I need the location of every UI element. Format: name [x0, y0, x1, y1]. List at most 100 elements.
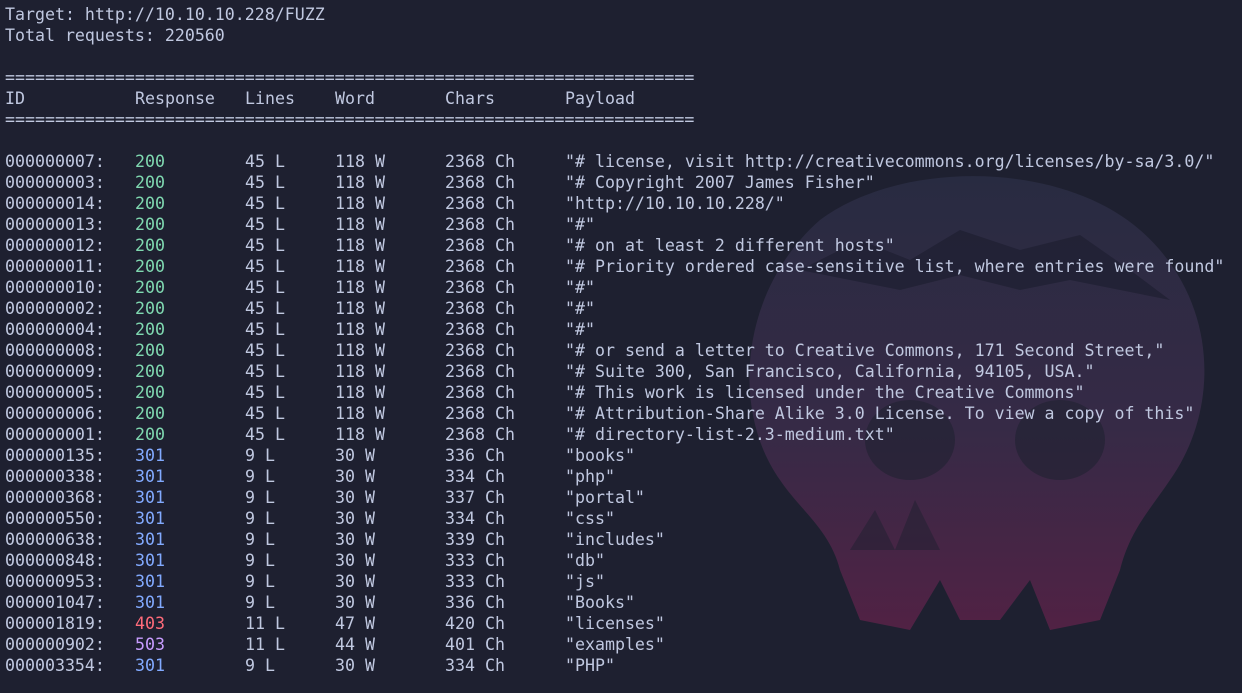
result-id: 000000135: [5, 446, 105, 465]
result-lines: 9 L [245, 593, 275, 612]
result-response-code: 200 [135, 383, 165, 402]
result-row: 000001047: 301 9 L 30 W 336 Ch "Books" [5, 592, 694, 613]
result-row: 000000368: 301 9 L 30 W 337 Ch "portal" [5, 487, 694, 508]
result-row: 000000008: 200 45 L 118 W 2368 Ch "# or send … [5, 340, 1164, 361]
result-payload: "# This work is licensed under the Creat… [565, 383, 1085, 402]
result-lines: 9 L [245, 551, 275, 570]
result-words: 118 W [335, 257, 385, 276]
result-words: 118 W [335, 278, 385, 297]
result-response-code: 200 [135, 320, 165, 339]
result-id: 000000008: [5, 341, 105, 360]
result-chars: 401 Ch [445, 635, 505, 654]
result-lines: 9 L [245, 446, 275, 465]
result-id: 000000004: [5, 320, 105, 339]
result-id: 000001047: [5, 593, 105, 612]
result-response-code: 301 [135, 530, 165, 549]
result-chars: 2368 Ch [445, 236, 515, 255]
result-chars: 2368 Ch [445, 257, 515, 276]
terminal-window[interactable]: Target: http://10.10.10.228/FUZZ Total r… [0, 0, 1242, 693]
result-id: 000000014: [5, 194, 105, 213]
result-lines: 45 L [245, 236, 285, 255]
result-id: 000000902: [5, 635, 105, 654]
result-response-code: 200 [135, 215, 165, 234]
result-chars: 2368 Ch [445, 173, 515, 192]
result-payload: "js" [565, 572, 605, 591]
result-words: 30 W [335, 509, 375, 528]
result-words: 118 W [335, 362, 385, 381]
result-words: 47 W [335, 614, 375, 633]
result-words: 118 W [335, 152, 385, 171]
result-row: 000000013: 200 45 L 118 W 2368 Ch "#" [5, 214, 694, 235]
result-chars: 420 Ch [445, 614, 505, 633]
header-separator-top: ========================================… [5, 68, 695, 87]
result-id: 000000953: [5, 572, 105, 591]
result-id: 000001819: [5, 614, 105, 633]
result-response-code: 301 [135, 572, 165, 591]
result-payload: "examples" [565, 635, 665, 654]
result-id: 000000001: [5, 425, 105, 444]
result-response-code: 200 [135, 236, 165, 255]
column-header-lines: Lines [245, 89, 295, 108]
result-chars: 334 Ch [445, 509, 505, 528]
result-words: 118 W [335, 173, 385, 192]
result-words: 30 W [335, 488, 375, 507]
column-header-id: ID [5, 89, 25, 108]
result-response-code: 200 [135, 341, 165, 360]
result-response-code: 301 [135, 446, 165, 465]
result-chars: 336 Ch [445, 446, 505, 465]
result-response-code: 200 [135, 404, 165, 423]
result-row: 000000848: 301 9 L 30 W 333 Ch "db" [5, 550, 694, 571]
result-row: 000000011: 200 45 L 118 W 2368 Ch "# Priority… [5, 256, 1224, 277]
result-chars: 2368 Ch [445, 362, 515, 381]
result-lines: 9 L [245, 509, 275, 528]
result-payload: "# on at least 2 different hosts" [565, 236, 895, 255]
result-lines: 45 L [245, 404, 285, 423]
result-words: 118 W [335, 425, 385, 444]
result-id: 000000003: [5, 173, 105, 192]
result-payload: "#" [565, 299, 595, 318]
result-response-code: 200 [135, 173, 165, 192]
result-row: 000000003: 200 45 L 118 W 2368 Ch "# Copyrigh… [5, 172, 875, 193]
result-chars: 2368 Ch [445, 278, 515, 297]
result-row: 000000014: 200 45 L 118 W 2368 Ch "http://10.… [5, 193, 785, 214]
result-words: 30 W [335, 551, 375, 570]
result-payload: "Books" [565, 593, 635, 612]
column-header-word: Word [335, 89, 375, 108]
result-id: 000000368: [5, 488, 105, 507]
result-row: 000000006: 200 45 L 118 W 2368 Ch "# Attribut… [5, 403, 1194, 424]
result-words: 30 W [335, 446, 375, 465]
result-row: 000001819: 403 11 L 47 W 420 Ch "licenses" [5, 613, 694, 634]
result-response-code: 200 [135, 257, 165, 276]
result-payload: "http://10.10.10.228/" [565, 194, 785, 213]
result-lines: 45 L [245, 278, 285, 297]
result-lines: 9 L [245, 572, 275, 591]
result-lines: 45 L [245, 194, 285, 213]
result-chars: 2368 Ch [445, 152, 515, 171]
result-row: 000000550: 301 9 L 30 W 334 Ch "css" [5, 508, 694, 529]
result-response-code: 301 [135, 509, 165, 528]
result-row: 000000338: 301 9 L 30 W 334 Ch "php" [5, 466, 694, 487]
result-lines: 45 L [245, 383, 285, 402]
result-row: 000000001: 200 45 L 118 W 2368 Ch "# director… [5, 424, 895, 445]
result-words: 30 W [335, 467, 375, 486]
result-words: 44 W [335, 635, 375, 654]
result-lines: 45 L [245, 257, 285, 276]
results-list: 000000007: 200 45 L 118 W 2368 Ch "# license,… [5, 151, 1224, 676]
result-response-code: 200 [135, 278, 165, 297]
terminal-output: Target: http://10.10.10.228/FUZZ Total r… [5, 4, 1224, 676]
result-id: 000000011: [5, 257, 105, 276]
result-chars: 334 Ch [445, 656, 505, 675]
result-lines: 45 L [245, 152, 285, 171]
result-words: 118 W [335, 299, 385, 318]
result-words: 118 W [335, 215, 385, 234]
result-id: 000000338: [5, 467, 105, 486]
result-words: 118 W [335, 404, 385, 423]
result-lines: 45 L [245, 299, 285, 318]
result-chars: 2368 Ch [445, 383, 515, 402]
result-payload: "#" [565, 278, 595, 297]
result-words: 118 W [335, 320, 385, 339]
result-row: 000000902: 503 11 L 44 W 401 Ch "examples" [5, 634, 694, 655]
result-lines: 45 L [245, 173, 285, 192]
total-requests-line: Total requests: 220560 [5, 26, 225, 45]
